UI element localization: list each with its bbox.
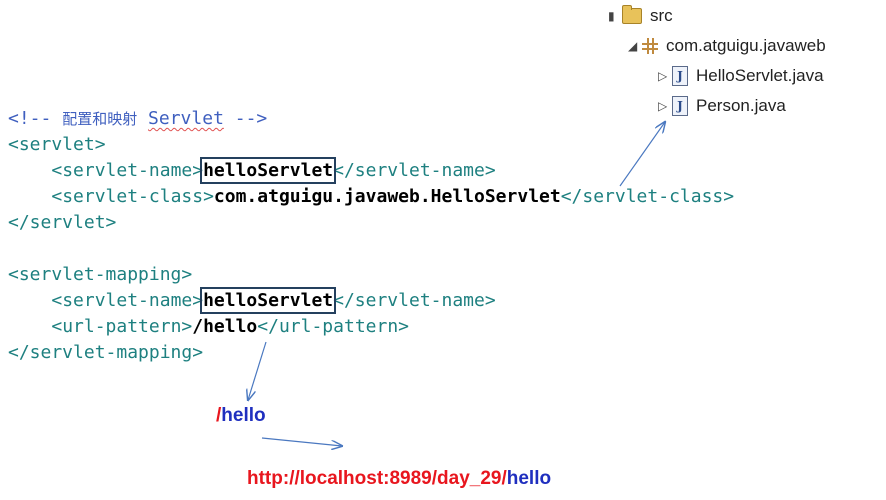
- request-url: http://localhost:8989/day_29/hello: [247, 468, 551, 490]
- annotation-arrows: [0, 0, 886, 500]
- arrow-to-url: [261, 437, 342, 446]
- pattern-word: hello: [221, 405, 266, 426]
- pattern-label: /hello: [216, 405, 266, 427]
- url-prefix: http://localhost:8989/day_29/: [247, 468, 507, 489]
- arrow-class-to-file: [619, 122, 665, 187]
- url-suffix: hello: [506, 468, 552, 489]
- arrow-pattern-down: [248, 341, 267, 400]
